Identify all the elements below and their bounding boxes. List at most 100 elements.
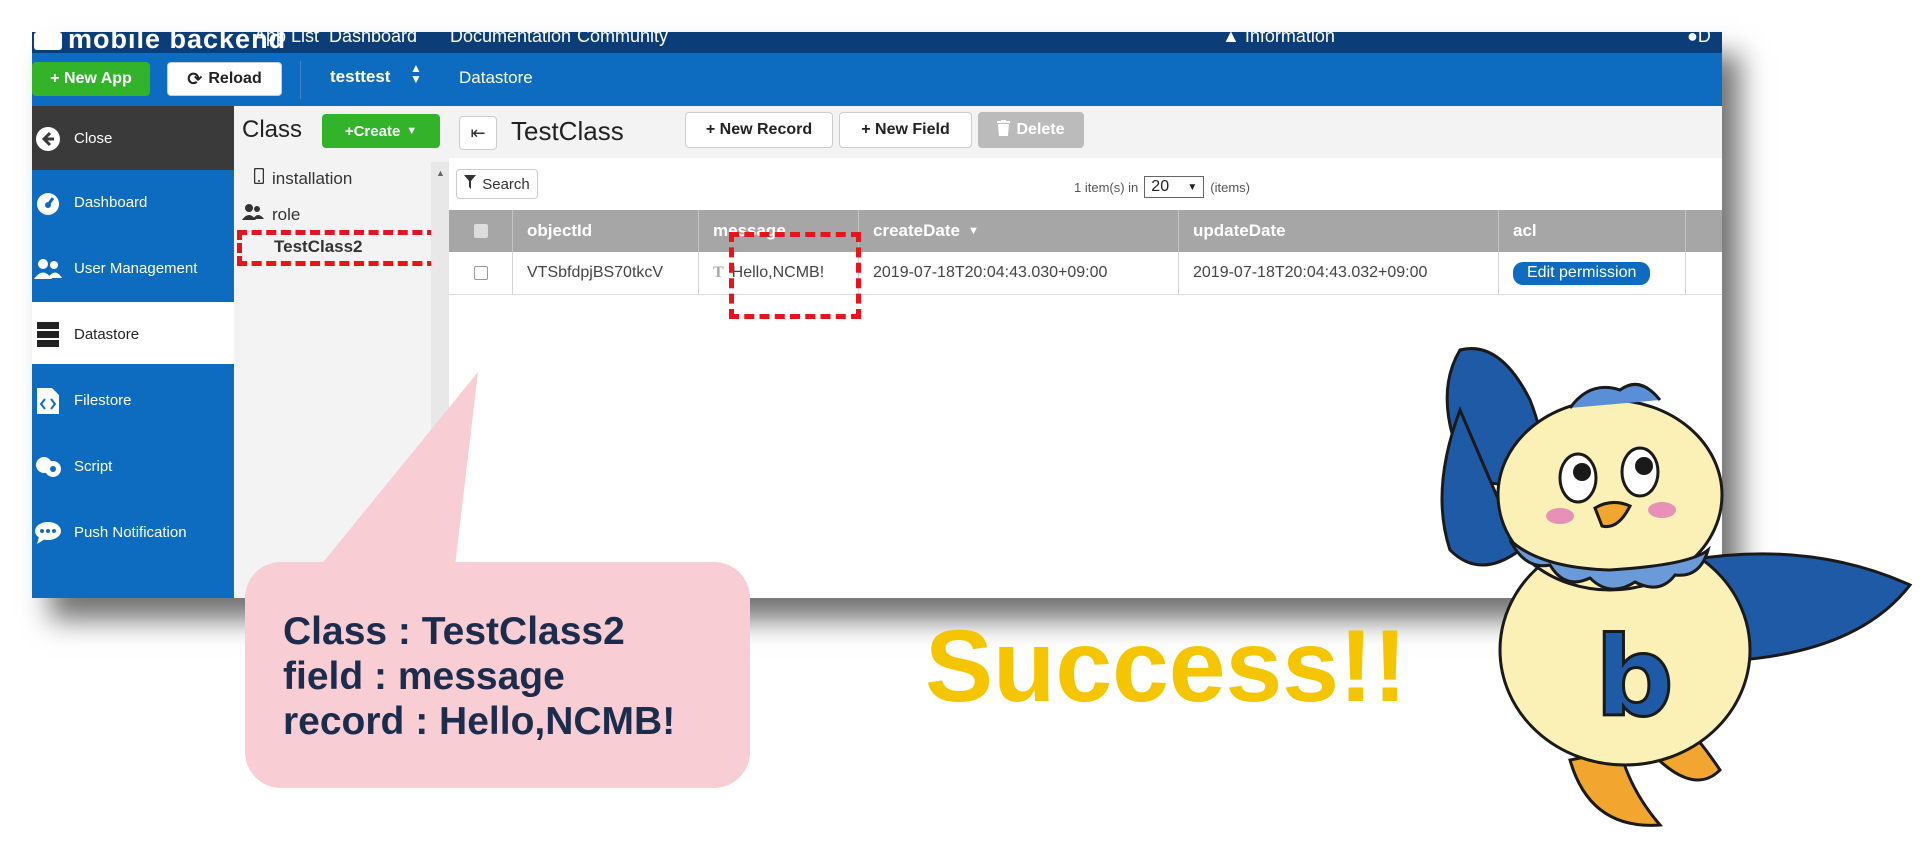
class-pane-title: Class xyxy=(242,116,303,143)
column-header-acl[interactable]: acl xyxy=(1499,210,1686,252)
cell-createdate[interactable]: 2019-07-18T20:04:43.030+09:00 xyxy=(859,252,1179,294)
collapse-left-icon: ⇤ xyxy=(470,122,486,143)
cell-acl: Edit permission xyxy=(1499,252,1686,294)
reload-button[interactable]: ⟳ Reload xyxy=(167,62,282,96)
class-scrollbar[interactable]: ▲ xyxy=(431,162,449,598)
page-title: TestClass xyxy=(511,116,624,146)
sidebar-item-dashboard[interactable]: Dashboard xyxy=(32,170,234,236)
search-button[interactable]: Search xyxy=(456,169,538,199)
column-header-createdate[interactable]: createDate ▼ xyxy=(859,210,1179,252)
sidebar-item-label: User Management xyxy=(74,260,198,277)
edit-permission-button[interactable]: Edit permission xyxy=(1513,261,1651,285)
item-count: 1 item(s) in xyxy=(1074,179,1139,195)
highlight-message-box xyxy=(729,232,861,319)
nav-user[interactable]: ●D xyxy=(1687,32,1711,47)
sidebar-item-label: Dashboard xyxy=(74,194,148,211)
cloud-gear-icon xyxy=(34,453,62,481)
per-page-select[interactable]: 20 ▼ xyxy=(1144,176,1205,198)
mobile-icon xyxy=(253,167,265,189)
text-type-icon: T xyxy=(713,264,724,281)
class-item-label: role xyxy=(272,204,301,224)
mascot-letter: b xyxy=(1595,613,1674,741)
sidebar-item-user-management[interactable]: User Management xyxy=(32,236,234,302)
checkbox-box xyxy=(473,266,488,280)
app-switch-icon[interactable]: ▲ ▼ xyxy=(410,62,422,85)
reload-icon: ⟳ xyxy=(187,68,203,89)
pagination: 1 item(s) in 20 ▼ (items) xyxy=(1074,176,1250,198)
sidebar: Close Dashboard User Management Datastor… xyxy=(32,106,234,598)
table-row[interactable]: VTSbfdpjBS70tkcV T Hello,NCMB! 2019-07-1… xyxy=(449,252,1722,295)
nav-dashboard[interactable]: Dashboard xyxy=(329,32,417,47)
sidebar-item-filestore[interactable]: Filestore xyxy=(32,368,234,434)
items-label: (items) xyxy=(1210,179,1251,195)
caret-down-icon: ▼ xyxy=(406,125,418,137)
select-all-checkbox[interactable] xyxy=(449,210,513,252)
logo-icon xyxy=(34,32,62,50)
nav-information-label: Information xyxy=(1244,32,1335,46)
filter-icon xyxy=(464,175,477,193)
column-header-updatedate[interactable]: updateDate xyxy=(1179,210,1499,252)
users-icon xyxy=(34,255,62,283)
delete-label: Delete xyxy=(1016,121,1065,138)
column-header-objectid[interactable]: objectId xyxy=(513,210,699,252)
caret-down-icon: ▼ xyxy=(1187,181,1198,193)
nav-app-list[interactable]: App List xyxy=(254,32,319,47)
class-item-label: installation xyxy=(272,168,353,188)
sidebar-item-label: Datastore xyxy=(74,326,140,343)
bell-icon: ▲ xyxy=(1222,32,1240,46)
speedometer-icon xyxy=(34,189,62,217)
arrow-left-circle-icon xyxy=(34,125,62,153)
success-text: Success!! xyxy=(925,609,1407,723)
nav-community[interactable]: Community xyxy=(577,32,668,47)
sidebar-item-label: Script xyxy=(74,458,113,475)
collapse-pane-button[interactable]: ⇤ xyxy=(459,116,497,150)
user-icon: ● xyxy=(1687,32,1698,46)
new-record-button[interactable]: + New Record xyxy=(685,112,833,148)
new-field-button[interactable]: + New Field xyxy=(839,112,972,148)
breadcrumb: Datastore xyxy=(459,68,533,87)
callout-field-line: field : message xyxy=(283,655,565,698)
per-page-value: 20 xyxy=(1151,178,1170,195)
column-header-empty xyxy=(1686,210,1722,252)
logo[interactable]: mobile backend xyxy=(34,32,286,53)
table-header-row: objectId message createDate ▼ updateDate… xyxy=(449,210,1722,252)
sidebar-item-close[interactable]: Close xyxy=(32,106,234,170)
main-header: ⇤ TestClass + New Record + New Field Del… xyxy=(449,106,1722,158)
cell-empty xyxy=(1686,252,1722,294)
filter-bar: Search 1 item(s) in 20 ▼ (items) xyxy=(449,158,1722,210)
sidebar-item-label: Filestore xyxy=(74,392,132,409)
trash-icon xyxy=(997,119,1011,141)
highlight-class-box xyxy=(237,230,437,266)
delete-button[interactable]: Delete xyxy=(978,112,1084,148)
app-name[interactable]: testtest xyxy=(330,67,390,87)
reload-label: Reload xyxy=(208,70,262,87)
mascot-bird-image: b xyxy=(1440,347,1913,827)
class-pane: Class +Create ▼ installation role TestCl… xyxy=(234,106,449,598)
sidebar-item-label: Push Notification xyxy=(74,524,187,541)
sidebar-item-push-notification[interactable]: Push Notification xyxy=(32,500,234,566)
callout-record-line: record : Hello,NCMB! xyxy=(283,700,676,743)
create-class-label: +Create xyxy=(344,122,401,140)
cell-objectid[interactable]: VTSbfdpjBS70tkcV xyxy=(513,252,699,294)
create-class-button[interactable]: +Create ▼ xyxy=(322,114,440,148)
nav-information[interactable]: ▲ Information xyxy=(1222,32,1335,47)
nav-documentation[interactable]: Documentation xyxy=(450,32,571,47)
toolbar-divider xyxy=(300,61,301,99)
sidebar-item-datastore[interactable]: Datastore xyxy=(32,302,234,368)
sidebar-item-script[interactable]: Script xyxy=(32,434,234,500)
scroll-up-icon[interactable]: ▲ xyxy=(436,168,445,178)
class-item-role[interactable]: role xyxy=(242,204,300,225)
row-checkbox[interactable] xyxy=(449,252,513,294)
sort-desc-icon: ▼ xyxy=(967,225,979,237)
class-item-installation[interactable]: installation xyxy=(253,167,353,189)
checkbox-box xyxy=(473,224,488,238)
app-toolbar: + New App ⟳ Reload testtest ▲ ▼ Datastore xyxy=(32,53,1722,106)
nav-user-label: D xyxy=(1697,32,1711,46)
top-nav: mobile backend App List Dashboard Docume… xyxy=(32,32,1722,53)
sidebar-item-label: Close xyxy=(74,130,113,147)
cell-updatedate[interactable]: 2019-07-18T20:04:43.032+09:00 xyxy=(1179,252,1499,294)
users-icon xyxy=(242,204,264,225)
column-header-label: createDate xyxy=(873,221,960,240)
new-app-button[interactable]: + New App xyxy=(32,62,150,96)
search-label: Search xyxy=(482,175,530,193)
